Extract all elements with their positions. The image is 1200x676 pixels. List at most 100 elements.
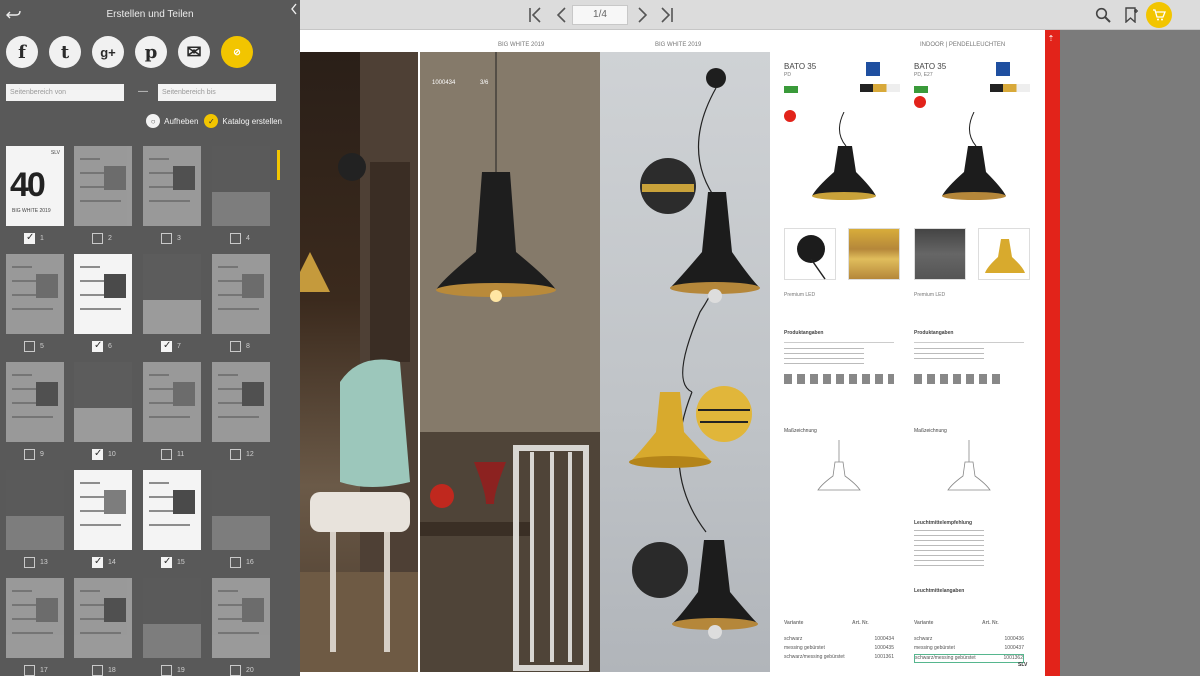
last-page-icon[interactable] xyxy=(656,4,678,26)
page-thumbnail[interactable] xyxy=(6,578,64,658)
thumbnail-text-line xyxy=(12,266,32,268)
first-page-icon[interactable] xyxy=(524,4,546,26)
detail-image xyxy=(848,228,900,280)
page-checkbox[interactable] xyxy=(230,557,241,568)
variants-table-a: schwarz 1000434 messing gebürstet 1000435 … xyxy=(784,636,894,663)
pinterest-icon[interactable]: p xyxy=(135,36,167,68)
artnr-header-a: Art. Nr. xyxy=(852,620,869,626)
range-from-input[interactable]: Seitenbereich von xyxy=(6,84,124,101)
top-toolbar: 1/4 xyxy=(300,0,1200,30)
thumbnail-text-line xyxy=(80,604,107,606)
page-checkbox[interactable] xyxy=(230,341,241,352)
thumbnail-image xyxy=(36,274,58,298)
facebook-icon[interactable]: f xyxy=(6,36,38,68)
thumbnail-text-line xyxy=(80,632,121,634)
share-buttons: f t g+ p ✉ ⊘ xyxy=(6,36,253,68)
page-number: 20 xyxy=(246,667,254,674)
page-thumbnail[interactable] xyxy=(74,254,132,334)
create-catalog-button[interactable]: ✓ Katalog erstellen xyxy=(204,114,282,128)
page-number: 3 xyxy=(177,235,181,242)
page-thumbnail[interactable]: 40 BIG WHITE 2019 SLV xyxy=(6,146,64,226)
catalog-spread: BIG WHITE 2019 BIG WHITE 2019 INDOOR | P… xyxy=(300,30,1060,676)
page-checkbox[interactable] xyxy=(161,233,172,244)
page-checkbox[interactable] xyxy=(161,340,172,352)
twitter-icon[interactable]: t xyxy=(49,36,81,68)
detail-image xyxy=(784,228,836,280)
page-thumbnail[interactable] xyxy=(143,254,201,334)
page-checkbox[interactable] xyxy=(92,340,103,352)
sidebar-header: Erstellen und Teilen xyxy=(0,0,300,30)
thumbnail-text-line xyxy=(218,590,238,592)
table-row: schwarz/messing gebürstet 1001362 xyxy=(914,654,1024,663)
page-number: 14 xyxy=(108,559,116,566)
page-thumbnail[interactable] xyxy=(74,578,132,658)
page-checkbox[interactable] xyxy=(24,232,35,244)
next-page-icon[interactable] xyxy=(632,4,654,26)
page-checkbox[interactable] xyxy=(92,556,103,568)
page-checkbox[interactable] xyxy=(161,556,172,568)
page-thumbnail[interactable] xyxy=(143,362,201,442)
cart-icon[interactable] xyxy=(1146,2,1172,28)
chapter-tab-icon[interactable]: ⇡ xyxy=(1045,34,1057,48)
page-thumbnail[interactable] xyxy=(143,470,201,550)
cancel-label: Aufheben xyxy=(164,116,199,126)
prev-page-icon[interactable] xyxy=(550,4,572,26)
thumbnail-image xyxy=(242,382,264,406)
spread-header: BIG WHITE 2019 BIG WHITE 2019 INDOOR | P… xyxy=(300,30,1045,52)
search-icon[interactable] xyxy=(1090,3,1116,27)
page-indicator[interactable]: 1/4 xyxy=(572,5,628,25)
mail-icon[interactable]: ✉ xyxy=(178,36,210,68)
thumbnail-image xyxy=(36,598,58,622)
page-thumbnail[interactable] xyxy=(212,470,270,550)
page-checkbox[interactable] xyxy=(24,449,35,460)
page-thumbnail[interactable] xyxy=(6,362,64,442)
range-to-input[interactable]: Seitenbereich bis xyxy=(158,84,276,101)
page-thumbnail[interactable] xyxy=(212,254,270,334)
spec-text-lines xyxy=(914,348,984,360)
thumbnail-text-line xyxy=(149,388,176,390)
thumbnail-text-line xyxy=(80,308,121,310)
thumbnail-image xyxy=(74,362,132,408)
google-plus-icon[interactable]: g+ xyxy=(92,36,124,68)
page-thumbnail[interactable] xyxy=(6,254,64,334)
page-thumbnail[interactable] xyxy=(143,578,201,658)
thumbnail-text-line xyxy=(80,524,121,526)
page-thumbnail[interactable] xyxy=(212,578,270,658)
range-separator: — xyxy=(138,86,148,97)
page-checkbox[interactable] xyxy=(24,665,35,676)
thumbnail-image xyxy=(242,598,264,622)
page-thumbnail[interactable] xyxy=(74,146,132,226)
cancel-button[interactable]: ○ Aufheben xyxy=(146,114,198,128)
share-sidebar: Erstellen und Teilen f t g+ p ✉ ⊘ Seiten… xyxy=(0,0,300,676)
page-thumbnail[interactable] xyxy=(212,362,270,442)
page-number: 5 xyxy=(40,343,44,350)
variant-header-a: Variante xyxy=(784,620,804,626)
bookmark-icon[interactable] xyxy=(1118,3,1144,27)
page-checkbox[interactable] xyxy=(92,448,103,460)
thumbnail-text-line xyxy=(12,374,32,376)
page-checkbox[interactable] xyxy=(24,557,35,568)
page-thumbnail[interactable] xyxy=(6,470,64,550)
page-checkbox[interactable] xyxy=(230,233,241,244)
energy-class-badge xyxy=(914,86,928,93)
page-number: 8 xyxy=(246,343,250,350)
page-thumbnail[interactable] xyxy=(143,146,201,226)
page-checkbox[interactable] xyxy=(24,341,35,352)
page-checkbox[interactable] xyxy=(230,665,241,676)
page-thumbnail[interactable] xyxy=(74,362,132,442)
page-thumbnail[interactable] xyxy=(74,470,132,550)
collapse-sidebar-icon[interactable] xyxy=(288,0,300,18)
thumbnail-scrollbar[interactable] xyxy=(277,150,280,180)
thumbnail-text-line xyxy=(149,158,169,160)
page-checkbox[interactable] xyxy=(230,449,241,460)
page-checkbox[interactable] xyxy=(92,233,103,244)
variants-table-b: schwarz 1000436 messing gebürstet 1000437 … xyxy=(914,636,1024,663)
page-checkbox[interactable] xyxy=(161,665,172,676)
cover-subtitle: BIG WHITE 2019 xyxy=(12,208,51,214)
divider xyxy=(784,342,894,343)
page-checkbox[interactable] xyxy=(161,449,172,460)
page-number: 4 xyxy=(246,235,250,242)
link-icon[interactable]: ⊘ xyxy=(221,36,253,68)
page-checkbox[interactable] xyxy=(92,665,103,676)
page-thumbnail[interactable] xyxy=(212,146,270,226)
